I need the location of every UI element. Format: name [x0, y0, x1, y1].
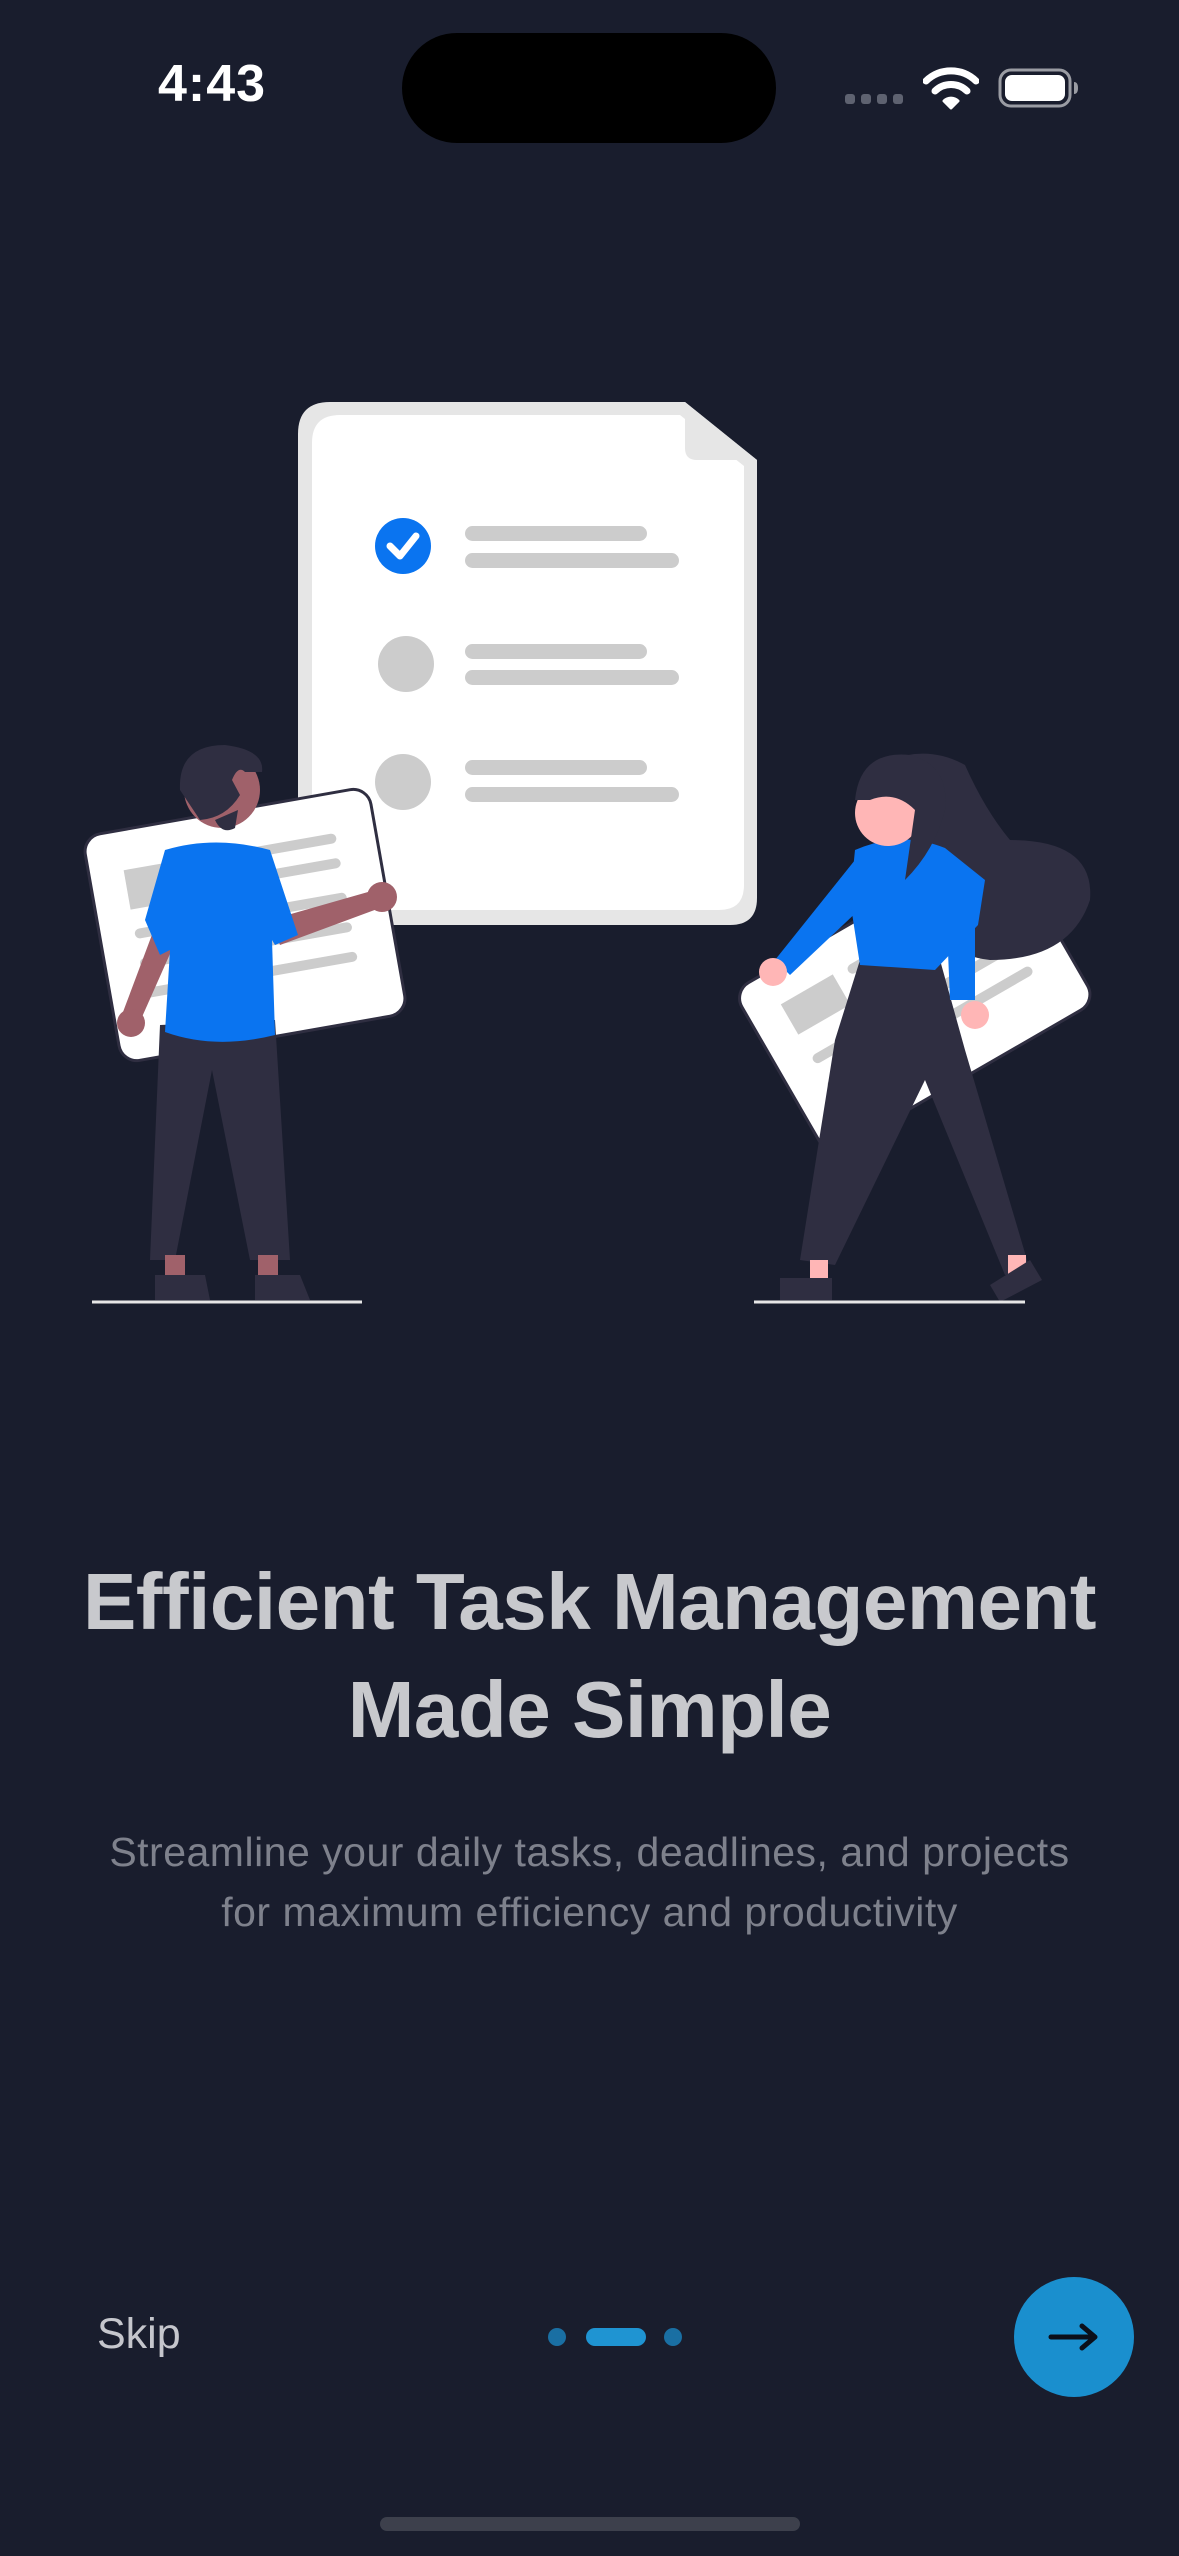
skip-button[interactable]: Skip [97, 2310, 181, 2359]
man-holding-paper [83, 745, 407, 1300]
status-bar: 4:43 [0, 0, 1179, 170]
home-indicator[interactable] [380, 2517, 800, 2531]
arrow-right-icon [1048, 2323, 1098, 2351]
task-checklist-illustration [83, 402, 1092, 1304]
battery-icon [998, 68, 1078, 108]
page-indicator [548, 2326, 684, 2348]
checked-circle-icon [375, 518, 431, 574]
dynamic-island [402, 33, 776, 143]
onboarding-headline: Efficient Task Management Made Simple [40, 1548, 1139, 1764]
wifi-icon [923, 67, 979, 110]
next-button[interactable] [1014, 2277, 1134, 2397]
unchecked-circle-icon [375, 754, 431, 810]
subtitle-line-2: for maximum efficiency and productivity [221, 1889, 958, 1935]
page-dot-1[interactable] [548, 2328, 566, 2346]
status-time: 4:43 [158, 55, 267, 113]
headline-line-1: Efficient Task Management [83, 1557, 1096, 1646]
onboarding-subtitle: Streamline your daily tasks, deadlines, … [40, 1822, 1139, 1942]
page-dot-2-active[interactable] [586, 2328, 646, 2346]
cellular-signal-icon [845, 94, 905, 106]
page-dot-3[interactable] [664, 2328, 682, 2346]
woman-holding-paper [738, 753, 1092, 1302]
unchecked-circle-icon [378, 636, 434, 692]
subtitle-line-1: Streamline your daily tasks, deadlines, … [109, 1829, 1070, 1875]
headline-line-2: Made Simple [347, 1665, 832, 1754]
